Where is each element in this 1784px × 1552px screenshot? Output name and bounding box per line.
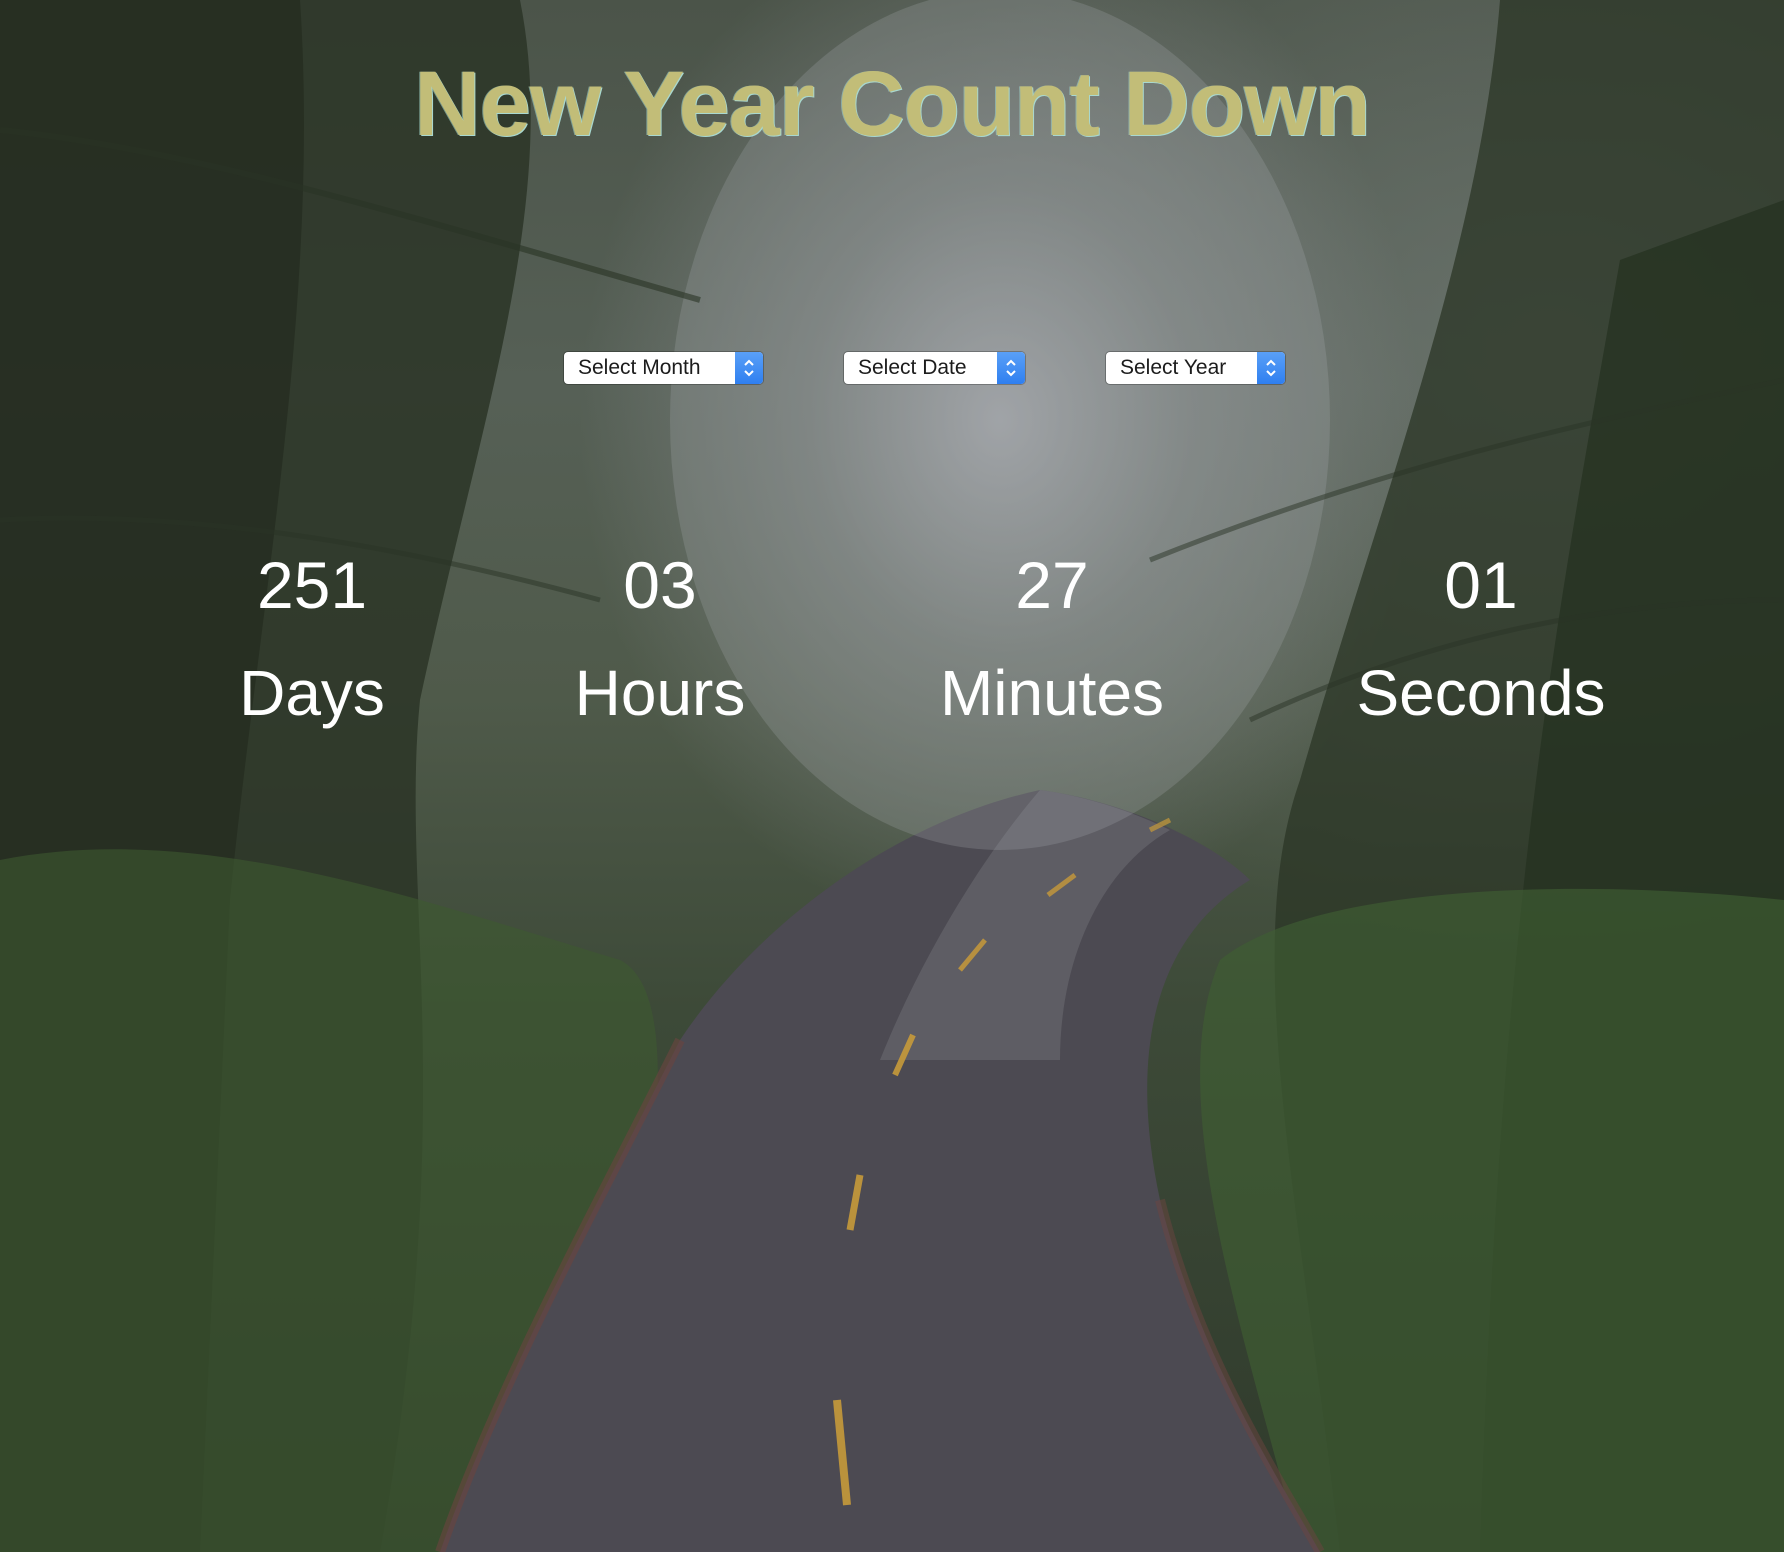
- seconds-value: 01: [1444, 548, 1518, 622]
- date-select-label: Select Date: [858, 356, 967, 379]
- hours-label: Hours: [574, 657, 746, 729]
- chevron-up-down-icon: [735, 352, 763, 384]
- countdown-seconds: 01 Seconds: [1331, 545, 1631, 733]
- days-label: Days: [239, 657, 385, 729]
- chevron-up-down-icon: [997, 352, 1025, 384]
- minutes-value: 27: [1015, 548, 1089, 622]
- countdown-days: 251 Days: [162, 545, 462, 733]
- minutes-label: Minutes: [939, 657, 1165, 729]
- chevron-up-down-icon: [1257, 352, 1285, 384]
- countdown-hours: 03 Hours: [510, 545, 810, 733]
- seconds-label: Seconds: [1356, 657, 1606, 729]
- days-value: 251: [256, 548, 368, 622]
- page-title: New Year Count Down: [414, 53, 1371, 155]
- date-select[interactable]: Select Date: [844, 352, 1025, 384]
- background-image: [0, 0, 1784, 1552]
- year-select-label: Select Year: [1120, 356, 1227, 379]
- month-select-label: Select Month: [578, 356, 701, 379]
- countdown-minutes: 27 Minutes: [902, 545, 1202, 733]
- year-select[interactable]: Select Year: [1106, 352, 1285, 384]
- month-select[interactable]: Select Month: [564, 352, 763, 384]
- hours-value: 03: [623, 548, 697, 622]
